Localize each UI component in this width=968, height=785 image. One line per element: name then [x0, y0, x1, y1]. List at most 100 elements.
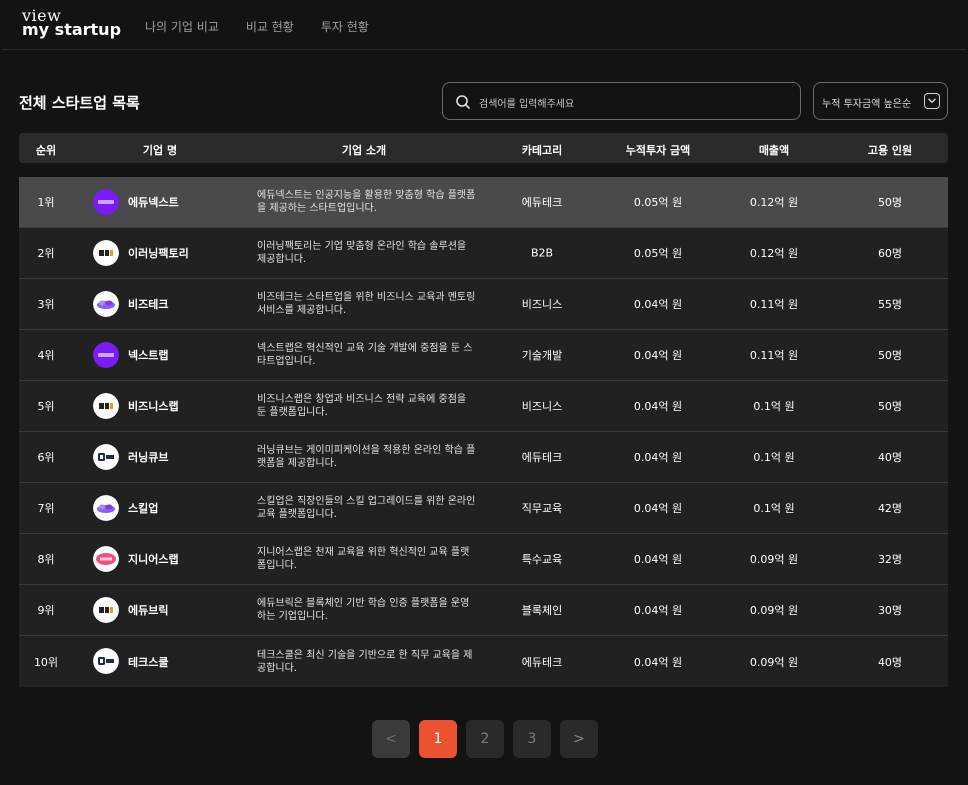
employees-cell: 60명 [877, 247, 903, 260]
investment-cell: 0.05억 원 [633, 247, 683, 260]
company-name-cell[interactable]: 에듀브릭 [128, 602, 168, 618]
investment-cell: 0.04억 원 [633, 400, 683, 413]
rank-cell: 5위 [37, 400, 55, 413]
company-name-cell[interactable]: 비즈테크 [128, 296, 168, 312]
category-cell: 에듀테크 [521, 451, 563, 464]
table-row[interactable]: 2위 이러닝팩토리 이러닝팩토리는 기업 맞춤형 온라인 학습 솔루션을 제공합니다… [19, 228, 948, 279]
logo-bottom-text: my startup [22, 20, 122, 39]
revenue-cell: 0.1억 원 [753, 502, 795, 515]
employees-cell: 32명 [877, 553, 903, 566]
company-name-cell[interactable]: 비즈니스랩 [128, 398, 179, 414]
pagination-prev-button[interactable]: < [372, 720, 410, 758]
company-logo-icon [93, 444, 119, 470]
company-description-cell: 비즈니스랩은 창업과 비즈니스 전략 교육에 중점을 둔 플랫폼입니다. [257, 394, 467, 418]
category-cell: 에듀테크 [521, 655, 563, 669]
company-name-cell[interactable]: 지니어스랩 [128, 551, 179, 567]
revenue-cell: 0.09억 원 [749, 655, 799, 669]
category-cell: 비즈니스 [521, 400, 563, 413]
pagination-next-button[interactable]: > [560, 720, 598, 758]
category-cell: 블록체인 [521, 604, 563, 617]
investment-cell: 0.04억 원 [633, 298, 683, 311]
table-header: 순위 기업 명 기업 소개 카테고리 누적투자 금액 매출액 고용 인원 [19, 133, 948, 163]
rank-cell: 2위 [37, 247, 55, 260]
column-header-rank: 순위 [35, 144, 57, 157]
company-name-cell[interactable]: 넥스트랩 [128, 347, 168, 363]
company-description-cell: 에듀넥스트는 인공지능을 활용한 맞춤형 학습 플랫폼을 제공하는 스타트업입니… [257, 190, 476, 214]
startup-table-body: 1위 에듀넥스트 에듀넥스트는 인공지능을 활용한 맞춤형 학습 플랫폼을 제공하는… [19, 177, 948, 687]
page-title: 전체 스타트업 목록 [19, 94, 140, 112]
company-description-cell: 이러닝팩토리는 기업 맞춤형 온라인 학습 솔루션을 제공합니다. [257, 241, 467, 265]
table-row[interactable]: 9위 에듀브릭 에듀브릭은 블록체인 기반 학습 인증 플랫폼을 운영하는 기업입니… [19, 585, 948, 636]
investment-cell: 0.04억 원 [633, 553, 683, 566]
company-name-cell[interactable]: 이러닝팩토리 [128, 245, 189, 261]
revenue-cell: 0.12억 원 [749, 196, 799, 209]
pagination-page-3[interactable]: 3 [513, 720, 551, 758]
nav-item-my-company-compare[interactable]: 나의 기업 비교 [145, 18, 219, 35]
rank-cell: 1위 [37, 196, 55, 209]
company-description-cell: 넥스트랩은 혁신적인 교육 기술 개발에 중점을 둔 스타트업입니다. [257, 343, 473, 367]
table-row[interactable]: 8위 지니어스랩 지니어스랩은 천재 교육을 위한 혁신적인 교육 플랫폼입니다. 특… [19, 534, 948, 585]
table-row[interactable]: 7위 스킬업 스킬업은 직장인들의 스킬 업그레이드를 위한 온라인 교육 플랫폼입… [19, 483, 948, 534]
category-cell: 특수교육 [521, 553, 563, 566]
category-cell: B2B [530, 246, 554, 260]
search-placeholder: 검색어를 입력해주세요 [479, 99, 575, 110]
search-icon [456, 95, 470, 109]
table-row[interactable]: 6위 러닝큐브 러닝큐브는 게이미피케이션을 적용한 온라인 학습 플랫폼을 제공합… [19, 432, 948, 483]
company-logo-icon [93, 495, 119, 521]
employees-cell: 40명 [877, 655, 903, 669]
category-cell: 기술개발 [521, 349, 563, 362]
table-row[interactable]: 10위 테크스쿨 테크스쿨은 최신 기술을 기반으로 한 직무 교육을 제공합니다.… [19, 636, 948, 687]
company-name-cell[interactable]: 러닝큐브 [128, 449, 168, 465]
search-input[interactable]: 검색어를 입력해주세요 [442, 82, 801, 120]
revenue-cell: 0.1억 원 [753, 451, 795, 464]
rank-cell: 8위 [37, 553, 55, 566]
top-navigation-bar: view my startup 나의 기업 비교 비교 현황 투자 현황 [2, 2, 966, 50]
rank-cell: 7위 [37, 502, 55, 515]
company-logo-icon [93, 597, 119, 623]
company-logo-icon [93, 240, 119, 266]
employees-cell: 30명 [877, 604, 903, 617]
revenue-cell: 0.1억 원 [753, 400, 795, 413]
company-logo-icon [93, 648, 119, 674]
revenue-cell: 0.09억 원 [749, 604, 799, 617]
brand-logo[interactable]: view my startup [22, 8, 121, 38]
investment-cell: 0.04억 원 [633, 502, 683, 515]
company-name-cell[interactable]: 스킬업 [128, 500, 158, 516]
nav-item-compare-status[interactable]: 비교 현황 [246, 18, 294, 35]
nav-item-investment-status[interactable]: 투자 현황 [321, 18, 369, 35]
revenue-cell: 0.09억 원 [749, 553, 799, 566]
table-row[interactable]: 1위 에듀넥스트 에듀넥스트는 인공지능을 활용한 맞춤형 학습 플랫폼을 제공하는… [19, 177, 948, 228]
employees-cell: 50명 [877, 349, 903, 362]
rank-cell: 4위 [37, 349, 55, 362]
category-cell: 에듀테크 [521, 196, 563, 209]
investment-cell: 0.04억 원 [633, 349, 683, 362]
sort-selected-label: 누적 투자금액 높은순 [822, 99, 912, 110]
app-frame: view my startup 나의 기업 비교 비교 현황 투자 현황 전체 … [2, 2, 966, 783]
company-description-cell: 테크스쿨은 최신 기술을 기반으로 한 직무 교육을 제공합니다. [257, 649, 473, 674]
sort-dropdown[interactable]: 누적 투자금액 높은순 [813, 82, 948, 120]
company-name-cell[interactable]: 테크스쿨 [128, 654, 168, 670]
pagination: < 1 2 3 > [372, 720, 607, 758]
table-row[interactable]: 3위 비즈테크 비즈테크는 스타트업을 위한 비즈니스 교육과 멘토링 서비스를 제… [19, 279, 948, 330]
rank-cell: 9위 [37, 604, 55, 617]
investment-cell: 0.05억 원 [633, 196, 683, 209]
company-description-cell: 지니어스랩은 천재 교육을 위한 혁신적인 교육 플랫폼입니다. [257, 547, 470, 571]
company-description-cell: 스킬업은 직장인들의 스킬 업그레이드를 위한 온라인 교육 플랫폼입니다. [257, 496, 476, 520]
pagination-page-2[interactable]: 2 [466, 720, 504, 758]
employees-cell: 50명 [877, 196, 903, 209]
table-row[interactable]: 4위 넥스트랩 넥스트랩은 혁신적인 교육 기술 개발에 중점을 둔 스타트업입니다… [19, 330, 948, 381]
employees-cell: 50명 [877, 400, 903, 413]
pagination-page-1[interactable]: 1 [419, 720, 457, 758]
company-logo-icon [93, 342, 119, 368]
revenue-cell: 0.11억 원 [749, 349, 799, 362]
revenue-cell: 0.12억 원 [749, 247, 799, 260]
company-logo-icon [93, 546, 119, 572]
company-description-cell: 러닝큐브는 게이미피케이션을 적용한 온라인 학습 플랫폼을 제공합니다. [257, 445, 476, 469]
company-name-cell[interactable]: 에듀넥스트 [128, 194, 179, 210]
column-header-employees: 고용 인원 [867, 144, 913, 157]
table-row[interactable]: 5위 비즈니스랩 비즈니스랩은 창업과 비즈니스 전략 교육에 중점을 둔 플랫폼입… [19, 381, 948, 432]
column-header-category: 카테고리 [521, 144, 563, 157]
employees-cell: 55명 [877, 298, 903, 311]
company-description-cell: 에듀브릭은 블록체인 기반 학습 인증 플랫폼을 운영하는 기업입니다. [257, 598, 470, 622]
company-logo-icon [93, 189, 119, 215]
